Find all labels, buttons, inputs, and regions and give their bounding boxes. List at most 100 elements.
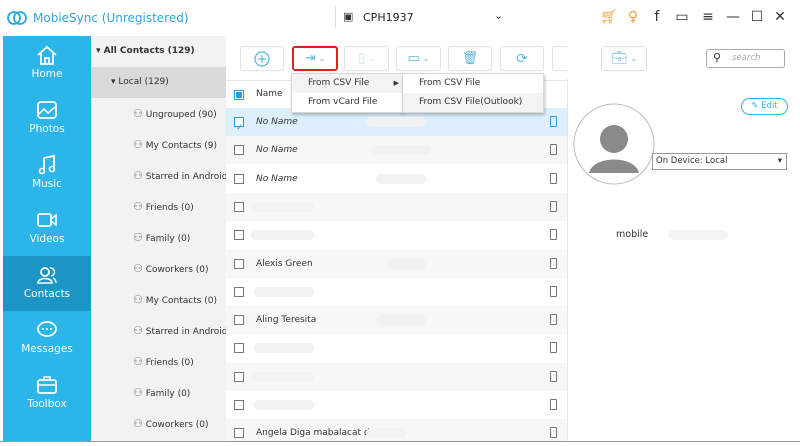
sidebar-item-videos[interactable]: Videos <box>3 201 91 256</box>
delete-button[interactable]: 🗑︎ <box>448 46 492 71</box>
group-item[interactable]: ⚇ My Contacts (0) <box>91 286 226 314</box>
table-row[interactable] <box>226 391 567 419</box>
row-checkbox[interactable] <box>234 343 244 354</box>
group-icon: ⚇ <box>133 386 143 399</box>
table-row[interactable] <box>226 362 567 391</box>
minimize-icon[interactable]: — <box>724 9 742 25</box>
table-row[interactable] <box>226 278 567 306</box>
phone-icon <box>550 116 557 127</box>
group-item[interactable]: ⚇ Family (0) <box>91 379 226 407</box>
group-icon: ⚇ <box>133 417 143 430</box>
contact-name: Alexis Green <box>256 258 313 269</box>
chevron-down-icon[interactable]: ⌄ <box>494 9 503 22</box>
phone-icon <box>550 144 557 156</box>
submenu-item-csv-outlook[interactable]: From CSV File(Outlook) <box>403 93 543 112</box>
close-icon[interactable]: ✕ <box>771 9 789 25</box>
group-item[interactable]: ⚇ Ungrouped (90) <box>91 100 226 128</box>
chevron-down-icon: ⌄ <box>368 54 375 63</box>
search-input[interactable]: ⚲ search <box>706 49 785 68</box>
import-menu: From CSV File ▶ From vCard File <box>291 73 403 113</box>
menu-item-from-csv[interactable]: From CSV File ▶ <box>292 74 402 93</box>
contact-name: Angela Diga mabalacat d... <box>256 428 379 439</box>
menu-item-from-vcard[interactable]: From vCard File <box>292 93 402 112</box>
menu-icon[interactable]: ≡ <box>699 9 717 25</box>
feedback-icon[interactable]: ▭ <box>673 9 691 25</box>
group-item[interactable]: ⚇ Friends (0) <box>91 348 226 376</box>
export-to-device-button[interactable]: ▯ ⌄ <box>344 46 389 71</box>
app-title: MobieSync (Unregistered) <box>33 11 189 25</box>
chevron-down-icon: ⌄ <box>422 54 430 63</box>
device-select[interactable]: On Device: Local ▾ <box>652 153 787 170</box>
row-checkbox[interactable] <box>234 315 244 326</box>
group-icon: ⚇ <box>133 324 143 337</box>
select-all-checkbox[interactable] <box>234 90 244 100</box>
facebook-icon[interactable]: f <box>648 9 666 25</box>
duplicate-button[interactable]: ⧉ <box>552 46 567 71</box>
pc-export-icon: ▭ <box>407 51 420 66</box>
export-to-pc-button[interactable]: ▭ ⌄ <box>396 46 441 71</box>
row-checkbox[interactable]: ✓ <box>234 117 244 133</box>
contact-name: No Name <box>256 145 298 156</box>
key-icon[interactable]: ♀ <box>624 9 642 25</box>
submenu-item-csv[interactable]: From CSV File <box>403 74 543 93</box>
import-button[interactable]: ⇥ ⌄ <box>292 46 338 71</box>
group-item[interactable]: ⚇ My Contacts (9) <box>91 131 226 159</box>
group-icon: ⚇ <box>133 107 143 120</box>
table-row[interactable]: No Name <box>226 165 567 193</box>
table-row[interactable]: Alexis Green <box>226 249 567 278</box>
table-row[interactable] <box>226 334 567 362</box>
sidebar-item-music[interactable]: Music <box>3 146 91 201</box>
toolbox-button[interactable]: 💼︎ ⌄ <box>601 46 647 71</box>
edit-button[interactable]: ✎ Edit <box>741 98 788 115</box>
toolbox-icon <box>37 376 57 394</box>
messages-icon <box>37 321 57 337</box>
refresh-icon: ⟳ <box>516 50 528 67</box>
refresh-button[interactable]: ⟳ <box>500 46 544 71</box>
field-label-mobile: mobile <box>616 229 649 240</box>
sidebar-item-messages[interactable]: Messages <box>3 311 91 366</box>
pencil-icon: ✎ <box>751 101 759 111</box>
phone-icon <box>550 285 557 297</box>
row-checkbox[interactable] <box>234 145 244 156</box>
group-item[interactable]: ⚇ Coworkers (0) <box>91 255 226 283</box>
group-all-contacts[interactable]: ▾ All Contacts (129) <box>91 37 226 65</box>
row-checkbox[interactable] <box>234 371 244 382</box>
phone-icon <box>550 342 557 354</box>
device-selector[interactable]: CPH1937 <box>363 11 414 24</box>
add-contact-button[interactable] <box>240 46 284 71</box>
group-icon: ⚇ <box>133 169 143 182</box>
table-row[interactable]: Angela Diga mabalacat d... <box>226 419 567 441</box>
row-checkbox[interactable] <box>234 400 244 410</box>
search-icon: ⚲ <box>713 51 722 64</box>
group-item[interactable]: ⚇ Starred in Android <box>91 317 226 345</box>
sidebar-item-home[interactable]: Home <box>3 36 91 91</box>
row-checkbox[interactable] <box>234 230 244 241</box>
contacts-icon <box>37 267 57 284</box>
group-item[interactable]: ⚇ Friends (0) <box>91 193 226 221</box>
phone-icon <box>550 314 557 326</box>
maximize-icon[interactable]: ☐ <box>748 9 766 25</box>
row-checkbox[interactable] <box>234 201 244 212</box>
group-local[interactable]: ▾ Local (129) <box>91 67 226 98</box>
group-icon: ⚇ <box>133 262 143 275</box>
group-item[interactable]: ⚇ Starred in Android <box>91 162 226 190</box>
row-checkbox[interactable] <box>234 173 244 184</box>
group-item[interactable]: ⚇ Family (0) <box>91 224 226 252</box>
table-row[interactable]: No Name <box>226 136 567 165</box>
android-icon: ▣ <box>343 10 354 23</box>
group-item[interactable]: ⚇ Coworkers (0) <box>91 410 226 438</box>
cart-icon[interactable]: 🛒︎ <box>600 9 618 25</box>
column-header-name[interactable]: Name <box>256 81 283 108</box>
row-checkbox[interactable] <box>234 258 244 269</box>
sidebar-item-photos[interactable]: Photos <box>3 91 91 146</box>
table-row[interactable]: Aling Teresita <box>226 306 567 335</box>
sidebar-item-toolbox[interactable]: Toolbox <box>3 366 91 421</box>
table-row[interactable] <box>226 221 567 249</box>
group-panel: ▾ All Contacts (129) ▾ Local (129) ⚇ Ung… <box>91 36 226 441</box>
sidebar-item-contacts[interactable]: Contacts <box>3 256 91 311</box>
phone-icon <box>550 229 557 241</box>
table-row[interactable] <box>226 192 567 221</box>
row-checkbox[interactable] <box>234 286 244 297</box>
row-checkbox[interactable] <box>234 428 244 439</box>
photos-icon <box>37 101 57 119</box>
